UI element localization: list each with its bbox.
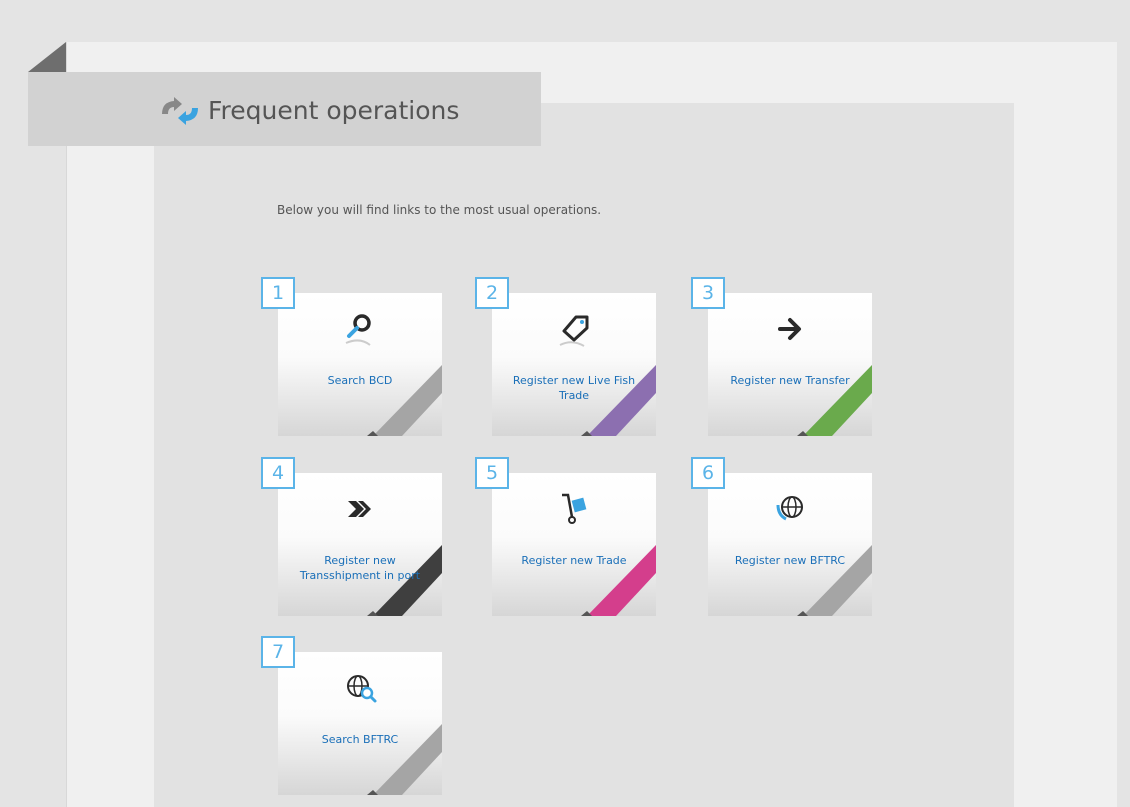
- globe-icon: [776, 496, 803, 521]
- operation-tile-search-bftrc[interactable]: Search BFTRC: [278, 652, 442, 795]
- operation-label: Search BCD: [327, 374, 393, 387]
- operation-label: Register new Live Fish Trade: [512, 374, 636, 402]
- operation-tile-register-bftrc[interactable]: Register new BFTRC: [708, 473, 872, 616]
- operation-label: Search BFTRC: [321, 733, 399, 746]
- refresh-arrows-icon: [162, 97, 198, 125]
- operation-tile-register-transshipment[interactable]: Register new Transshipment in port: [278, 473, 442, 616]
- corner-fold-decoration: [28, 42, 66, 72]
- operation-tile-search-bcd[interactable]: Search BCD: [278, 293, 442, 436]
- operation-label: Register new Transshipment in port: [299, 554, 421, 582]
- operation-label: Register new Transfer: [730, 374, 850, 387]
- operation-label: Register new BFTRC: [734, 554, 846, 567]
- page-title: Frequent operations: [208, 96, 460, 125]
- forward-arrows-icon: [348, 501, 371, 517]
- operation-tile-register-transfer[interactable]: Register new Transfer: [708, 293, 872, 436]
- intro-text: Below you will find links to the most us…: [277, 203, 602, 217]
- operation-number-badge: 1: [261, 277, 295, 309]
- hand-truck-icon: [562, 493, 587, 524]
- operation-number-badge: 3: [691, 277, 725, 309]
- magnifier-icon: [345, 314, 371, 346]
- arrow-right-icon: [778, 318, 801, 340]
- operation-number-badge: 2: [475, 277, 509, 309]
- operation-tile-register-live-fish-trade[interactable]: Register new Live Fish Trade: [492, 293, 656, 436]
- operation-number-badge: 7: [261, 636, 295, 668]
- operation-number-badge: 6: [691, 457, 725, 489]
- operation-number-badge: 5: [475, 457, 509, 489]
- globe-search-icon: [347, 675, 377, 703]
- operation-number-badge: 4: [261, 457, 295, 489]
- operation-tile-register-trade[interactable]: Register new Trade: [492, 473, 656, 616]
- tag-icon: [559, 315, 589, 347]
- operation-label: Register new Trade: [521, 554, 627, 567]
